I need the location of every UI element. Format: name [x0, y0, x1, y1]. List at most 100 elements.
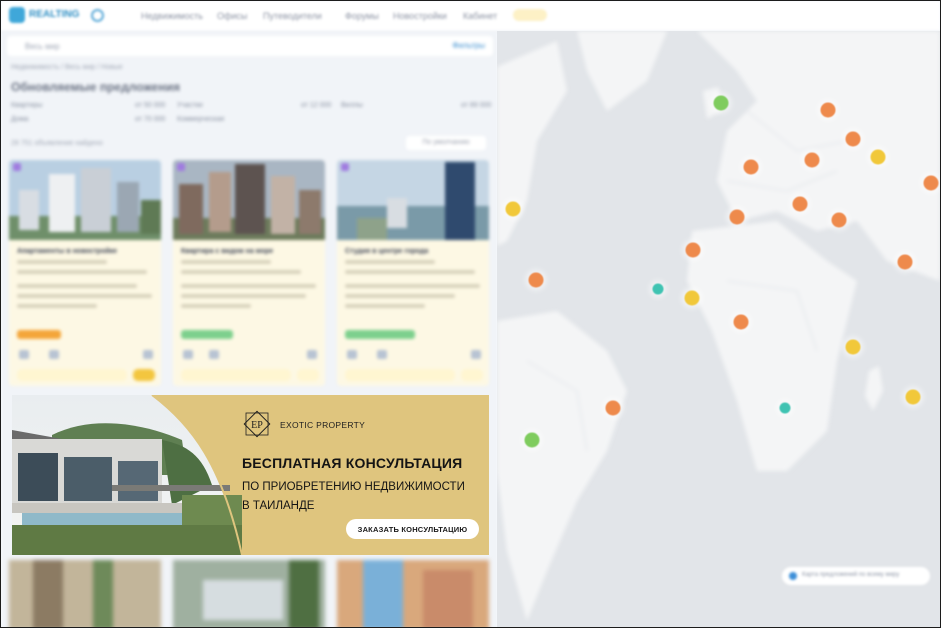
next-cards-photos[interactable]	[3, 560, 496, 628]
photo-icon[interactable]	[183, 350, 193, 359]
filter-price: от 50 000	[135, 102, 166, 109]
video-icon[interactable]	[49, 350, 59, 359]
card-title[interactable]: Апартаменты в новостройке	[17, 248, 117, 255]
video-icon[interactable]	[377, 350, 387, 359]
filters-button[interactable]: Фильтры	[452, 41, 485, 50]
contact-button[interactable]	[17, 369, 127, 381]
card-detail	[17, 294, 152, 298]
property-photo[interactable]	[173, 160, 325, 240]
site-logo-text[interactable]: REALTING	[29, 9, 79, 20]
ad-banner[interactable]: EP EXOTIC PROPERTY БЕСПЛАТНАЯ КОНСУЛЬТАЦ…	[12, 395, 489, 555]
property-photo[interactable]	[337, 160, 489, 240]
chat-icon[interactable]	[307, 350, 317, 359]
property-card[interactable]: Апартаменты в новостройке	[9, 160, 161, 386]
filter-type[interactable]: Квартиры	[11, 102, 42, 109]
favorite-icon[interactable]	[341, 163, 349, 171]
filter-price: от 89 000	[461, 102, 492, 109]
page-title: Обновляемые предложения	[11, 80, 180, 94]
nav-item[interactable]: Новостройки	[393, 11, 447, 21]
nav-item[interactable]: Кабинет	[463, 11, 497, 21]
contact-button[interactable]	[345, 369, 455, 381]
map-marker[interactable]	[605, 400, 621, 416]
filter-type[interactable]: Участки	[177, 102, 203, 109]
nav-item[interactable]: Офисы	[217, 11, 247, 21]
filter-row: Дома от 70 000 Коммерческая	[11, 116, 491, 126]
card-detail	[181, 260, 271, 264]
map-marker[interactable]	[897, 254, 913, 270]
favorite-icon[interactable]	[177, 163, 185, 171]
property-card[interactable]: Студия в центре города	[337, 160, 489, 386]
photo-icon[interactable]	[347, 350, 357, 359]
filter-price: от 12 000	[301, 102, 332, 109]
map-marker[interactable]	[845, 339, 861, 355]
chat-icon[interactable]	[143, 350, 153, 359]
map-marker[interactable]	[845, 131, 861, 147]
favorite-icon[interactable]	[13, 163, 21, 171]
sort-dropdown[interactable]: По умолчанию	[406, 136, 486, 150]
price-tag	[17, 330, 61, 339]
info-icon	[789, 572, 797, 580]
filter-type[interactable]: Виллы	[341, 102, 363, 109]
filter-type[interactable]: Коммерческая	[177, 116, 224, 123]
map-marker[interactable]	[804, 152, 820, 168]
listing-header-area: Весь мир Фильтры Недвижимость / Весь мир…	[3, 32, 496, 392]
map-marker[interactable]	[733, 314, 749, 330]
filter-price: от 70 000	[135, 116, 166, 123]
nav-badge[interactable]	[513, 9, 547, 21]
ad-subheadline-line: В ТАИЛАНДЕ	[242, 500, 315, 512]
chat-icon[interactable]	[471, 350, 481, 359]
map-marker[interactable]	[792, 196, 808, 212]
nav-item[interactable]: Недвижимость	[141, 11, 203, 21]
ad-headline: БЕСПЛАТНАЯ КОНСУЛЬТАЦИЯ	[242, 455, 463, 471]
map-marker[interactable]	[743, 159, 759, 175]
breadcrumb[interactable]: Недвижимость / Весь мир / Новые	[11, 64, 123, 71]
browser-viewport: REALTING Недвижимость Офисы Путеводители…	[0, 0, 941, 628]
map-marker[interactable]	[684, 290, 700, 306]
map-marker[interactable]	[729, 209, 745, 225]
filter-type[interactable]: Дома	[11, 116, 28, 123]
map-marker[interactable]	[713, 95, 729, 111]
map-landmass	[497, 31, 940, 621]
ad-subheadline-line: ПО ПРИОБРЕТЕНИЮ НЕДВИЖИМОСТИ	[242, 481, 465, 493]
nav-item[interactable]: Форумы	[345, 11, 379, 21]
map-marker[interactable]	[870, 149, 886, 165]
favorite-button[interactable]	[133, 369, 155, 381]
map-marker[interactable]	[528, 272, 544, 288]
property-photo[interactable]	[9, 160, 161, 240]
card-detail	[345, 294, 455, 298]
card-detail	[181, 270, 301, 274]
map-marker[interactable]	[685, 242, 701, 258]
map-marker[interactable]	[505, 201, 521, 217]
nav-item[interactable]: Путеводители	[263, 11, 322, 21]
map-marker[interactable]	[820, 102, 836, 118]
card-detail	[345, 260, 435, 264]
world-map[interactable]: Карта предложений по всему миру	[497, 31, 940, 627]
card-title[interactable]: Квартира с видом на море	[181, 248, 273, 255]
map-info-text: Карта предложений по всему миру	[802, 572, 900, 578]
contact-button[interactable]	[181, 369, 291, 381]
map-marker[interactable]	[652, 283, 664, 295]
order-consultation-button[interactable]: ЗАКАЗАТЬ КОНСУЛЬТАЦИЮ	[346, 519, 479, 539]
card-detail	[345, 304, 425, 308]
card-detail	[17, 284, 137, 288]
favorite-button[interactable]	[461, 369, 483, 381]
location-search-bar[interactable]: Весь мир Фильтры	[7, 36, 493, 56]
map-marker[interactable]	[524, 432, 540, 448]
site-logo-icon[interactable]	[9, 7, 25, 23]
map-marker[interactable]	[831, 212, 847, 228]
map-marker[interactable]	[779, 402, 791, 414]
map-marker[interactable]	[905, 389, 921, 405]
card-detail	[345, 284, 480, 288]
card-detail	[181, 294, 306, 298]
favorite-button[interactable]	[297, 369, 319, 381]
video-icon[interactable]	[209, 350, 219, 359]
property-card[interactable]: Квартира с видом на море	[173, 160, 325, 386]
listing-panel: Весь мир Фильтры Недвижимость / Весь мир…	[3, 32, 496, 628]
map-marker[interactable]	[923, 175, 939, 191]
ad-brand-name: EXOTIC PROPERTY	[280, 420, 366, 430]
search-icon[interactable]	[91, 9, 104, 22]
map-info-pill[interactable]: Карта предложений по всему миру	[782, 567, 930, 585]
next-cards-row	[3, 560, 496, 628]
photo-icon[interactable]	[19, 350, 29, 359]
card-title[interactable]: Студия в центре города	[345, 248, 428, 255]
